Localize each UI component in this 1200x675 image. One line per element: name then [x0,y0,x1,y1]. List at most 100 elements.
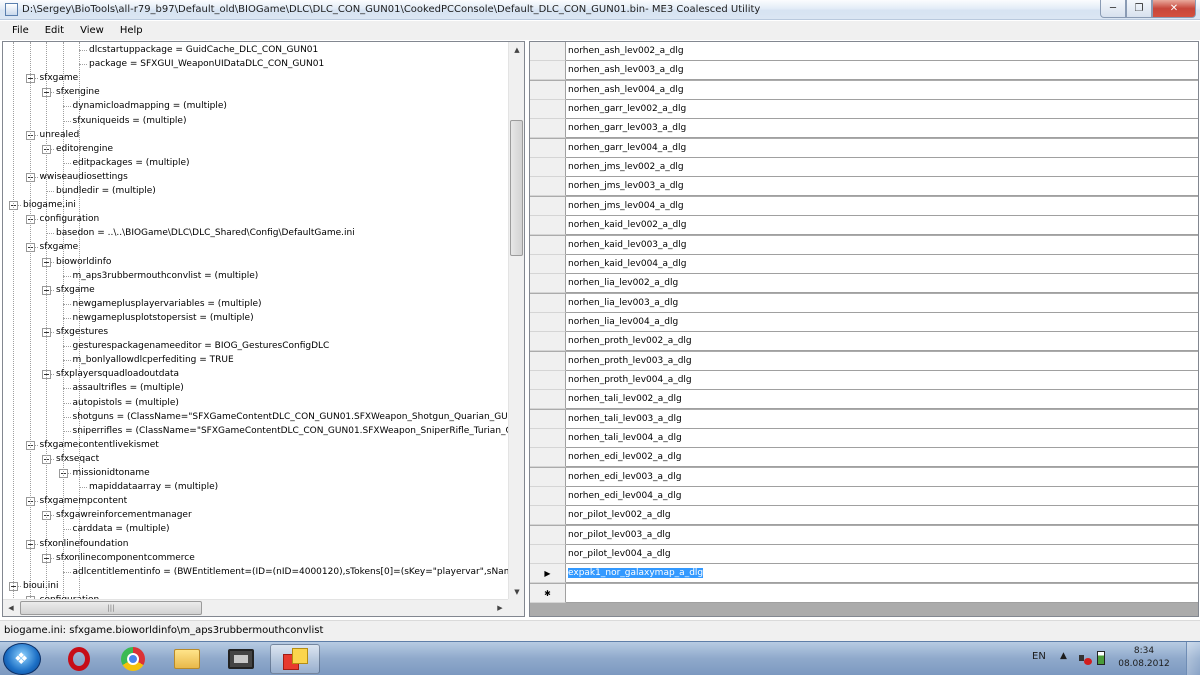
grid-cell[interactable]: norhen_lia_lev003_a_dlg [566,293,1198,313]
grid-cell[interactable]: norhen_jms_lev004_a_dlg [566,196,1198,216]
grid-cell[interactable]: norhen_tali_lev003_a_dlg [566,409,1198,429]
tree-node[interactable]: biogame.ini [23,198,76,212]
grid-row[interactable]: norhen_lia_lev004_a_dlg [530,312,1198,332]
grid-row[interactable]: norhen_jms_lev003_a_dlg [530,177,1198,197]
grid-row[interactable]: norhen_lia_lev003_a_dlg [530,293,1198,313]
maximize-button[interactable]: ❐ [1126,0,1152,18]
grid-cell[interactable]: norhen_jms_lev003_a_dlg [566,177,1198,197]
scroll-down-arrow-icon[interactable]: ▼ [509,584,524,600]
row-header[interactable] [530,506,566,526]
tree-horizontal-scrollbar[interactable]: ◀ ||| ▶ [3,599,508,616]
row-header[interactable] [530,525,566,545]
tree-node[interactable]: sfxgestures [56,325,108,339]
row-header[interactable] [530,42,566,61]
row-header[interactable] [530,235,566,255]
row-header[interactable] [530,254,566,274]
tree-node[interactable]: basedon = ..\..\BIOGame\DLC\DLC_Shared\C… [56,226,355,240]
tree-node[interactable]: dlcstartuppackage = GuidCache_DLC_CON_GU… [89,43,318,57]
row-header[interactable] [530,158,566,178]
show-hidden-icons-icon[interactable]: ▲ [1060,651,1067,661]
row-header[interactable] [530,467,566,487]
tree-node[interactable]: sfxplayersquadloadoutdata [56,367,179,381]
show-desktop-button[interactable] [1186,642,1200,675]
grid-cell[interactable]: norhen_edi_lev002_a_dlg [566,448,1198,468]
tree-node[interactable]: unrealed [40,128,80,142]
grid-row[interactable]: norhen_ash_lev004_a_dlg [530,80,1198,100]
row-header[interactable] [530,332,566,352]
menu-edit[interactable]: Edit [37,25,72,36]
tree-node[interactable]: sfxgame [40,240,79,254]
tree-node[interactable]: missionidtoname [73,466,150,480]
tree-node[interactable]: gesturespackagenameeditor = BIOG_Gesture… [73,339,330,353]
grid-row[interactable]: norhen_ash_lev002_a_dlg [530,42,1198,61]
row-header[interactable]: ✱ [530,583,566,603]
grid-row[interactable]: norhen_ash_lev003_a_dlg [530,61,1198,81]
row-header[interactable] [530,351,566,371]
grid-cell[interactable]: norhen_tali_lev004_a_dlg [566,429,1198,448]
tree-node[interactable]: package = SFXGUI_WeaponUIDataDLC_CON_GUN… [89,57,324,71]
language-indicator[interactable]: EN [1032,651,1046,662]
grid-row[interactable]: nor_pilot_lev002_a_dlg [530,506,1198,526]
tree-node[interactable]: bundledir = (multiple) [56,184,156,198]
grid-row[interactable]: norhen_kaid_lev004_a_dlg [530,254,1198,274]
grid-cell[interactable]: norhen_lia_lev004_a_dlg [566,312,1198,332]
scroll-left-arrow-icon[interactable]: ◀ [3,600,19,616]
row-header[interactable] [530,119,566,139]
row-header[interactable] [530,177,566,197]
row-header[interactable] [530,409,566,429]
grid-row[interactable]: norhen_proth_lev002_a_dlg [530,332,1198,352]
start-button-icon[interactable] [3,643,41,675]
row-header[interactable] [530,448,566,468]
tree-vertical-scrollbar[interactable]: ▲ ▼ [508,42,524,600]
scroll-up-arrow-icon[interactable]: ▲ [509,42,524,58]
grid-cell[interactable]: norhen_edi_lev004_a_dlg [566,487,1198,507]
taskbar-chrome[interactable] [108,644,158,674]
speaker-muted-icon[interactable] [1078,651,1092,665]
tree-node[interactable]: m_bonlyallowdlcperfediting = TRUE [73,353,234,367]
grid-cell[interactable]: norhen_jms_lev002_a_dlg [566,158,1198,178]
tree-node[interactable]: sfxuniqueids = (multiple) [73,114,187,128]
tree-node[interactable]: adlcentitlementinfo = (BWEntitlement=(ID… [73,565,525,579]
grid-cell[interactable]: norhen_kaid_lev003_a_dlg [566,235,1198,255]
row-header[interactable] [530,545,566,565]
tree-node[interactable]: editorengine [56,142,113,156]
grid-cell[interactable]: norhen_ash_lev003_a_dlg [566,61,1198,81]
grid-cell[interactable]: norhen_ash_lev004_a_dlg [566,80,1198,100]
tree-node[interactable]: sniperrifles = (ClassName="SFXGameConten… [73,424,525,438]
grid-cell[interactable]: norhen_tali_lev002_a_dlg [566,390,1198,410]
grid-row[interactable]: norhen_jms_lev004_a_dlg [530,196,1198,216]
grid-cell[interactable]: norhen_proth_lev003_a_dlg [566,351,1198,371]
grid-cell[interactable]: norhen_ash_lev002_a_dlg [566,42,1198,61]
tree-node[interactable]: sfxgamecontentlivekismet [40,438,159,452]
grid-row[interactable]: norhen_edi_lev003_a_dlg [530,467,1198,487]
grid-row[interactable]: norhen_kaid_lev002_a_dlg [530,216,1198,236]
clock[interactable]: 8:34 08.08.2012 [1118,645,1170,671]
values-grid[interactable]: norhen_ash_lev002_a_dlg norhen_ash_lev003… [529,41,1199,617]
tree-node[interactable]: sfxgawreinforcementmanager [56,508,192,522]
tree-node[interactable]: m_aps3rubbermouthconvlist = (multiple) [73,269,259,283]
grid-cell[interactable]: norhen_kaid_lev004_a_dlg [566,254,1198,274]
grid-row[interactable]: norhen_tali_lev004_a_dlg [530,429,1198,448]
menu-help[interactable]: Help [112,25,151,36]
tree-hscroll-thumb[interactable]: ||| [20,601,202,615]
tree-node[interactable]: newgameplusplotstopersist = (multiple) [73,311,254,325]
grid-row[interactable]: nor_pilot_lev004_a_dlg [530,545,1198,565]
grid-row[interactable]: norhen_garr_lev004_a_dlg [530,138,1198,158]
row-header[interactable] [530,293,566,313]
grid-cell[interactable] [566,583,1198,603]
menu-file[interactable]: File [0,25,37,36]
close-button[interactable]: ✕ [1152,0,1196,18]
tree-node[interactable]: newgameplusplayervariables = (multiple) [73,297,262,311]
grid-row[interactable]: norhen_kaid_lev003_a_dlg [530,235,1198,255]
grid-row[interactable]: nor_pilot_lev003_a_dlg [530,525,1198,545]
tree-node[interactable]: mapiddataarray = (multiple) [89,480,218,494]
grid-cell[interactable]: norhen_kaid_lev002_a_dlg [566,216,1198,236]
tree-node[interactable]: sfxseqact [56,452,99,466]
app-icon[interactable] [5,3,18,16]
tree-node[interactable]: sfxonlinecomponentcommerce [56,551,195,565]
tree-node[interactable]: shotguns = (ClassName="SFXGameContentDLC… [73,410,525,424]
minimize-button[interactable]: ─ [1100,0,1126,18]
tree-node[interactable]: sfxengine [56,85,100,99]
row-header[interactable] [530,80,566,100]
tree-node[interactable]: editpackages = (multiple) [73,156,190,170]
